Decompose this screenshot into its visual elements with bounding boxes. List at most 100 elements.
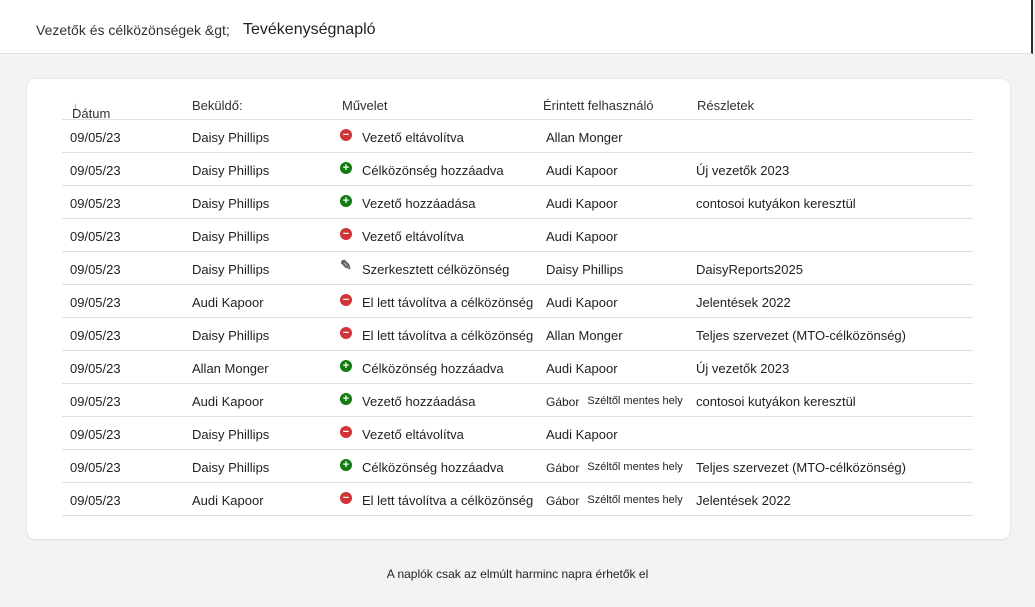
column-header-date[interactable]: Dátum ↓ bbox=[72, 98, 110, 121]
remove-icon: − bbox=[340, 294, 352, 306]
table-row[interactable]: 09/05/23 Daisy Phillips − Vezető eltávolítv… bbox=[62, 417, 973, 450]
cell-sender: Daisy Phillips bbox=[192, 328, 270, 343]
remove-icon: − bbox=[340, 327, 352, 339]
cell-action: Vezető hozzáadása bbox=[362, 394, 476, 409]
cell-date: 09/05/23 bbox=[70, 460, 121, 475]
affected-user-name: Audi Kapoor bbox=[546, 229, 618, 244]
cell-sender: Audi Kapoor bbox=[192, 493, 264, 508]
cell-affected-user: Audi Kapoor bbox=[546, 361, 618, 376]
cell-affected-user: Gábor Széltől mentes hely bbox=[546, 460, 683, 475]
cell-sender: Daisy Phillips bbox=[192, 460, 270, 475]
cell-details: Teljes szervezet (MTO-célközönség) bbox=[696, 328, 906, 343]
add-icon: + bbox=[340, 459, 352, 471]
column-header-date-label: Dátum bbox=[72, 106, 111, 121]
affected-user-name: Allan Monger bbox=[546, 328, 623, 343]
cell-affected-user: Daisy Phillips bbox=[546, 262, 623, 277]
column-header-action[interactable]: Művelet bbox=[342, 98, 388, 113]
cell-action: El lett távolítva a célközönség bbox=[362, 328, 534, 343]
cell-action: Célközönség hozzáadva bbox=[362, 361, 504, 376]
cell-action: El lett távolítva a célközönség bbox=[362, 493, 534, 508]
add-icon: + bbox=[340, 162, 352, 174]
cell-action: El lett távolítva a célközönség bbox=[362, 295, 534, 310]
cell-date: 09/05/23 bbox=[70, 196, 121, 211]
table-row[interactable]: 09/05/23 Daisy Phillips − Vezető eltávolítv… bbox=[62, 120, 973, 153]
activity-log-card: Dátum ↓ Beküldő: Művelet Érintett felhasz… bbox=[27, 79, 1010, 539]
cell-affected-user: Gábor Széltől mentes hely bbox=[546, 394, 683, 409]
cell-details: Teljes szervezet (MTO-célközönség) bbox=[696, 460, 906, 475]
cell-affected-user: Gábor Széltől mentes hely bbox=[546, 493, 683, 508]
remove-icon: − bbox=[340, 492, 352, 504]
affected-user-name: Allan Monger bbox=[546, 130, 623, 145]
column-header-user[interactable]: Érintett felhasználó bbox=[543, 98, 654, 113]
cell-date: 09/05/23 bbox=[70, 229, 121, 244]
cell-sender: Daisy Phillips bbox=[192, 229, 270, 244]
cell-affected-user: Audi Kapoor bbox=[546, 196, 618, 211]
cell-sender: Daisy Phillips bbox=[192, 196, 270, 211]
affected-user-name: Audi Kapoor bbox=[546, 427, 618, 442]
table-row[interactable]: 09/05/23 Daisy Phillips ✎ Szerkesztett célk… bbox=[62, 252, 973, 285]
breadcrumb[interactable]: Vezetők és célközönségek &gt; bbox=[36, 22, 230, 38]
table-row[interactable]: 09/05/23 Daisy Phillips − El lett távolítva… bbox=[62, 318, 973, 351]
cell-date: 09/05/23 bbox=[70, 427, 121, 442]
cell-sender: Daisy Phillips bbox=[192, 427, 270, 442]
cell-sender: Daisy Phillips bbox=[192, 130, 270, 145]
cell-date: 09/05/23 bbox=[70, 163, 121, 178]
affected-user-name: Gábor bbox=[546, 494, 580, 508]
cell-action: Vezető hozzáadása bbox=[362, 196, 476, 211]
cell-sender: Allan Monger bbox=[192, 361, 269, 376]
cell-action: Szerkesztett célközönség bbox=[362, 262, 510, 277]
cell-affected-user: Audi Kapoor bbox=[546, 427, 618, 442]
cell-action: Célközönség hozzáadva bbox=[362, 460, 504, 475]
remove-icon: − bbox=[340, 129, 352, 141]
table-row[interactable]: 09/05/23 Daisy Phillips − Vezető eltávolítv… bbox=[62, 219, 973, 252]
add-icon: + bbox=[340, 195, 352, 207]
cell-affected-user: Allan Monger bbox=[546, 328, 623, 343]
affected-user-name: Audi Kapoor bbox=[546, 163, 618, 178]
column-header-details[interactable]: Részletek bbox=[697, 98, 754, 113]
cell-details: Jelentések 2022 bbox=[696, 295, 791, 310]
table-row[interactable]: 09/05/23 Allan Monger + Célközönség hozzáad… bbox=[62, 351, 973, 384]
page-title: Tevékenységnapló bbox=[243, 21, 376, 38]
column-header-sender[interactable]: Beküldő: bbox=[192, 98, 243, 113]
edit-icon: ✎ bbox=[340, 257, 352, 273]
cell-details: DaisyReports2025 bbox=[696, 262, 803, 277]
cell-action: Vezető eltávolítva bbox=[362, 130, 464, 145]
cell-date: 09/05/23 bbox=[70, 130, 121, 145]
table-row[interactable]: 09/05/23 Daisy Phillips + Célközönség hozzá… bbox=[62, 450, 973, 483]
affected-user-extra: Széltől mentes hely bbox=[587, 395, 683, 407]
table-header: Dátum ↓ Beküldő: Művelet Érintett felhasz… bbox=[62, 90, 973, 121]
cell-sender: Audi Kapoor bbox=[192, 394, 264, 409]
retention-note: A naplók csak az elmúlt harminc napra ér… bbox=[386, 567, 649, 581]
affected-user-extra: Széltől mentes hely bbox=[587, 461, 683, 473]
affected-user-name: Audi Kapoor bbox=[546, 196, 618, 211]
cell-affected-user: Audi Kapoor bbox=[546, 295, 618, 310]
affected-user-name: Gábor bbox=[546, 461, 580, 475]
cell-date: 09/05/23 bbox=[70, 493, 121, 508]
affected-user-name: Audi Kapoor bbox=[546, 361, 618, 376]
cell-date: 09/05/23 bbox=[70, 394, 121, 409]
cell-details: contosoi kutyákon keresztül bbox=[696, 394, 856, 409]
cell-action: Vezető eltávolítva bbox=[362, 427, 464, 442]
table-row[interactable]: 09/05/23 Audi Kapoor − El lett távolítva a … bbox=[62, 483, 973, 516]
add-icon: + bbox=[340, 393, 352, 405]
cell-date: 09/05/23 bbox=[70, 295, 121, 310]
affected-user-name: Daisy Phillips bbox=[546, 262, 624, 277]
cell-action: Vezető eltávolítva bbox=[362, 229, 464, 244]
table-body: 09/05/23 Daisy Phillips − Vezető eltávolítv… bbox=[62, 120, 973, 516]
cell-date: 09/05/23 bbox=[70, 361, 121, 376]
cell-affected-user: Audi Kapoor bbox=[546, 163, 618, 178]
cell-sender: Audi Kapoor bbox=[192, 295, 264, 310]
cell-date: 09/05/23 bbox=[70, 262, 121, 277]
cell-sender: Daisy Phillips bbox=[192, 163, 270, 178]
table-row[interactable]: 09/05/23 Daisy Phillips + Vezető hozzáadása… bbox=[62, 186, 973, 219]
cell-details: Jelentések 2022 bbox=[696, 493, 791, 508]
cell-details: contosoi kutyákon keresztül bbox=[696, 196, 856, 211]
remove-icon: − bbox=[340, 426, 352, 438]
remove-icon: − bbox=[340, 228, 352, 240]
table-row[interactable]: 09/05/23 Daisy Phillips + Célközönség hozzá… bbox=[62, 153, 973, 186]
table-row[interactable]: 09/05/23 Audi Kapoor + Vezető hozzáadása Gáb… bbox=[62, 384, 973, 417]
affected-user-name: Gábor bbox=[546, 395, 580, 409]
affected-user-name: Audi Kapoor bbox=[546, 295, 618, 310]
table-row[interactable]: 09/05/23 Audi Kapoor − El lett távolítva a … bbox=[62, 285, 973, 318]
cell-details: Új vezetők 2023 bbox=[696, 361, 790, 376]
